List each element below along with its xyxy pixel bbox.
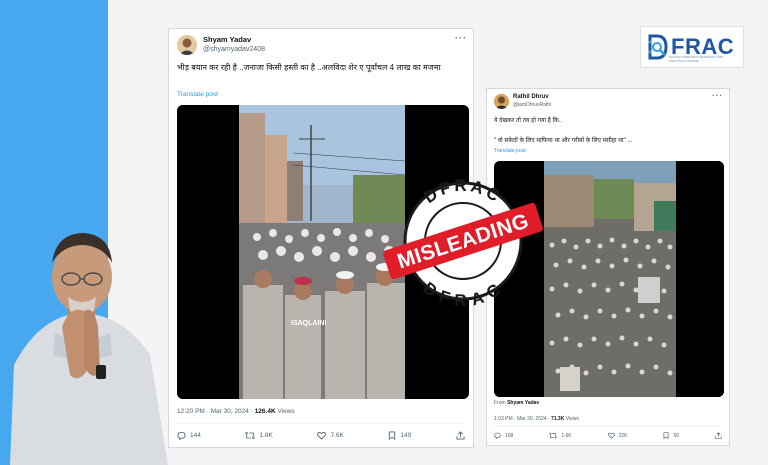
tweet-text: भीड़ बयान कर रही है ..जनाजा किसी हस्ती क… [177, 63, 441, 72]
tweet-timestamp[interactable]: 1:03 PM · Mar 30, 2024 · [494, 416, 551, 422]
author-name[interactable]: Rathil Dhruv [513, 94, 549, 100]
misleading-stamp: DFRAC DFRAC MISLEADING [383, 176, 543, 306]
repost-icon [549, 432, 558, 439]
tweet-actions: 144 1.8K 7.6K 149 [177, 431, 465, 440]
reply-button[interactable]: 144 [177, 431, 201, 440]
repost-button[interactable]: 1.8K [245, 431, 273, 440]
repost-count: 1.8K [259, 432, 273, 439]
dfrac-logo: FRAC DIGITAL FORENSICS RESEARCH AND ANAL… [640, 26, 744, 68]
tweet-timestamp[interactable]: 12:20 PM · Mar 30, 2024 · [177, 408, 255, 415]
divider [494, 426, 722, 427]
reply-count: 168 [505, 432, 514, 439]
more-options-icon[interactable]: ··· [712, 91, 723, 100]
like-count: 7.6K [330, 432, 344, 439]
divider [177, 423, 465, 424]
video-watermark: ISAQLAINI [291, 320, 326, 327]
avatar[interactable] [177, 35, 197, 55]
repost-icon [245, 431, 256, 440]
heart-icon [317, 431, 327, 440]
author-handle[interactable]: @shyamyadav2408 [203, 46, 265, 53]
bookmark-count: 60 [673, 432, 680, 439]
share-icon [456, 431, 465, 440]
share-button[interactable] [715, 432, 722, 439]
views-label: Views [564, 416, 579, 422]
view-count: 126.4K [254, 408, 276, 415]
reply-icon [177, 431, 186, 440]
author-handle[interactable]: @iamDhruvRathi [513, 102, 551, 108]
source-attribution: From Shyam Yadav [494, 400, 539, 406]
repost-count: 1.6K [561, 432, 572, 439]
heart-icon [607, 432, 615, 439]
tweet-text-line-1: ये देखकर तो तय हो गया है कि.. [494, 118, 563, 124]
dfrac-logo-mark-icon [648, 34, 668, 60]
reply-button[interactable]: 168 [494, 432, 513, 439]
reply-count: 144 [190, 432, 201, 439]
tweet-actions: 168 1.6K 22K 60 [494, 432, 722, 439]
person-photo [10, 233, 168, 465]
like-count: 22K [618, 432, 628, 439]
bookmark-button[interactable]: 60 [663, 432, 679, 439]
reply-icon [494, 432, 501, 439]
logo-subtitle: DIGITAL FORENSICS RESEARCH AND ANALYTICS… [669, 55, 724, 63]
view-count: 71.3K [550, 416, 565, 422]
bookmark-icon [389, 431, 396, 440]
bookmark-icon [664, 432, 669, 439]
share-button[interactable] [456, 431, 465, 440]
like-button[interactable]: 7.6K [317, 431, 344, 440]
translate-post-link[interactable]: Translate post [494, 148, 526, 154]
views-label: Views [275, 408, 295, 415]
tweet-meta: 12:20 PM · Mar 30, 2024 · 126.4K Views [177, 408, 295, 415]
tweet-text-line-2: " वो सफ़ेदों के लिए माफिया था और गरीबों … [494, 138, 633, 144]
like-button[interactable]: 22K [607, 432, 628, 439]
tweet-meta: 1:03 PM · Mar 30, 2024 · 71.3K Views [494, 416, 579, 422]
share-icon [715, 432, 722, 439]
from-label: From [494, 400, 508, 406]
author-name[interactable]: Shyam Yadav [203, 35, 251, 44]
bookmark-button[interactable]: 149 [388, 431, 411, 440]
bookmark-count: 149 [400, 432, 412, 439]
repost-button[interactable]: 1.6K [549, 432, 572, 439]
translate-post-link[interactable]: Translate post [177, 91, 218, 98]
more-options-icon[interactable]: ··· [455, 33, 467, 43]
from-author[interactable]: Shyam Yadav [507, 400, 539, 406]
avatar[interactable] [494, 94, 509, 109]
